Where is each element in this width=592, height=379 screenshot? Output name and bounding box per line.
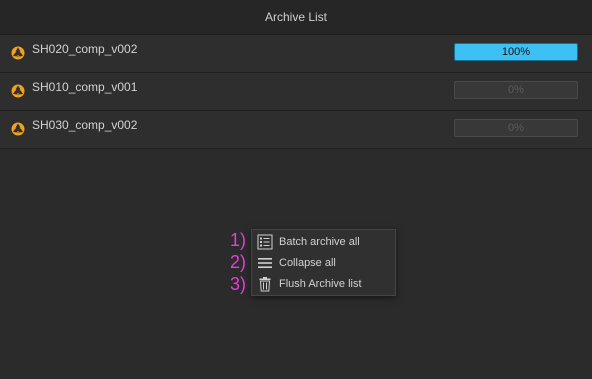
row-name: SH030_comp_v002	[32, 118, 138, 132]
row-name: SH010_comp_v001	[32, 80, 138, 94]
row-name: SH020_comp_v002	[32, 42, 138, 56]
callout-number: 3)	[229, 274, 246, 294]
menu-item-batch-archive-all[interactable]: Batch archive all	[252, 231, 395, 252]
nuke-icon	[11, 122, 25, 136]
archive-row-sh030[interactable]: SH030_comp_v002 0%	[0, 111, 592, 149]
progress-label: 0%	[508, 84, 524, 96]
trash-icon	[257, 276, 273, 292]
archive-list-header: Archive List	[0, 0, 592, 35]
nuke-icon	[11, 84, 25, 98]
progress-bar: 0%	[454, 119, 578, 137]
checklist-icon	[257, 234, 273, 250]
menu-item-label: Batch archive all	[279, 235, 360, 248]
archive-list: SH020_comp_v002 100% SH010_comp_v001 0%	[0, 35, 592, 149]
menu-item-flush-archive-list[interactable]: Flush Archive list	[252, 273, 395, 294]
progress-bar: 0%	[454, 81, 578, 99]
archive-row-sh010[interactable]: SH010_comp_v001 0%	[0, 73, 592, 111]
progress-bar: 100%	[454, 43, 578, 61]
callout-number: 1)	[229, 230, 246, 250]
context-menu: Batch archive all Collapse all Flush Arc…	[251, 229, 396, 296]
menu-item-collapse-all[interactable]: Collapse all	[252, 252, 395, 273]
nuke-icon	[11, 46, 25, 60]
archive-row-sh020[interactable]: SH020_comp_v002 100%	[0, 35, 592, 73]
hamburger-icon	[257, 255, 273, 271]
menu-item-label: Collapse all	[279, 256, 336, 269]
menu-item-label: Flush Archive list	[279, 277, 362, 290]
callout-number: 2)	[229, 252, 246, 272]
progress-label: 0%	[508, 122, 524, 134]
progress-label: 100%	[501, 46, 531, 58]
panel-title: Archive List	[264, 10, 328, 24]
